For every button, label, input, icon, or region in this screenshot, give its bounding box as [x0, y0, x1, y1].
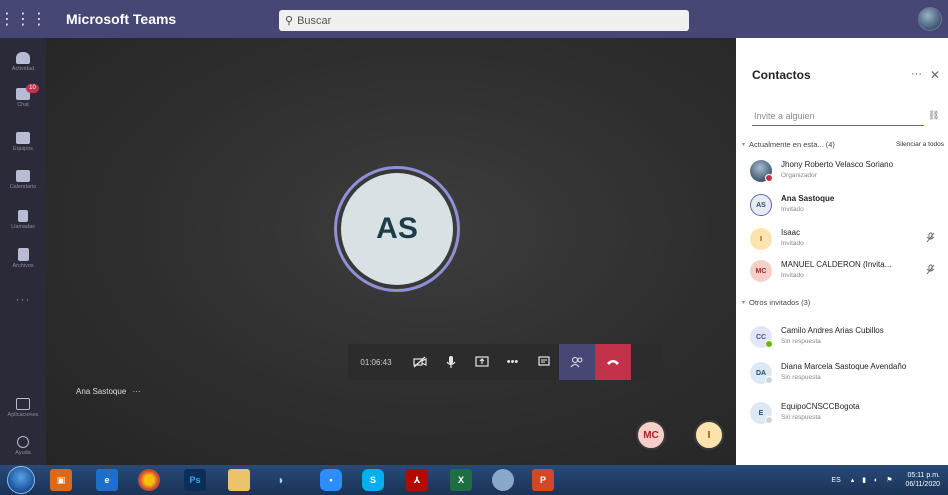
panel-title: Contactos [752, 68, 811, 82]
bell-icon [16, 52, 30, 64]
excel-icon[interactable]: X [450, 469, 472, 491]
rail-item-activity[interactable]: Actividad [0, 52, 46, 72]
call-controls: 01:06:43 ••• [348, 344, 662, 380]
invitee-item[interactable]: DA Diana Marcela Sastoque Avendaño Sin r… [750, 360, 946, 390]
invite-input[interactable]: Invite a alguien [752, 106, 924, 126]
chevron-down-icon: ▾ [742, 300, 746, 306]
participant-item[interactable]: Jhony Roberto Velasco Soriano Organizado… [750, 158, 946, 188]
invitee-item[interactable]: E EquipoCNSCCBogota Sin respuesta [750, 400, 946, 430]
rail-more-icon[interactable]: ··· [0, 292, 46, 306]
profile-avatar[interactable] [918, 7, 942, 31]
participants-panel: Contactos ··· ✕ Invite a alguien ⛓ ▾ Act… [736, 38, 948, 465]
stage-avatar-mc[interactable]: MC [636, 420, 666, 450]
rail-item-calls[interactable]: Llamadas [0, 210, 46, 230]
main-participant-avatar: AS [341, 173, 453, 285]
mic-muted-icon[interactable] [926, 264, 935, 277]
app-launcher-icon[interactable]: ⋮⋮⋮ [0, 0, 47, 38]
teams-icon [16, 132, 30, 144]
copy-link-icon[interactable]: ⛓ [928, 110, 939, 121]
windows-media-icon[interactable]: ▣ [50, 469, 72, 491]
top-bar: ⋮⋮⋮ Microsoft Teams ⚲ Buscar [0, 0, 948, 38]
chat-badge: 10 [26, 84, 39, 93]
files-icon [17, 248, 29, 261]
hang-up-icon[interactable] [595, 344, 631, 380]
name-tag-more-icon[interactable]: ··· [133, 387, 141, 396]
windows-start-icon[interactable] [7, 466, 35, 494]
acrobat-icon[interactable]: ⅄ [406, 469, 428, 491]
media-player-icon[interactable]: ◗ [270, 469, 292, 491]
chrome-icon[interactable] [138, 469, 160, 491]
stage-avatar-i[interactable]: I [694, 420, 724, 450]
close-icon[interactable]: ✕ [930, 68, 940, 82]
phone-icon [18, 210, 28, 222]
more-options-icon[interactable]: ••• [497, 344, 528, 380]
rail-item-teams[interactable]: Equipos [0, 132, 46, 152]
avatar: I [750, 228, 772, 250]
status-dot [765, 174, 773, 182]
speaker-ring: AS [334, 166, 460, 292]
app-title: Microsoft Teams [66, 11, 177, 27]
search-icon: ⚲ [285, 15, 294, 27]
mute-all-button[interactable]: Silenciar a todos [896, 141, 944, 148]
clock[interactable]: 05:11 p.m. 06/11/2020 [905, 471, 940, 489]
microphone-icon[interactable] [435, 344, 466, 380]
system-tray: ES ▴ ▮ ◐ ⚑ 05:11 p.m. 06/11/2020 [831, 465, 940, 495]
call-timer: 01:06:43 [360, 357, 392, 367]
status-dot [765, 340, 773, 348]
tray-icons[interactable]: ▴ ▮ ◐ ⚑ [851, 476, 896, 484]
chevron-down-icon: ▾ [742, 142, 746, 148]
rail-item-calendar[interactable]: Calendario [0, 170, 46, 190]
participants-icon[interactable] [559, 344, 595, 380]
photoshop-icon[interactable]: Ps [184, 469, 206, 491]
participant-name-tag: Ana Sastoque ··· [76, 387, 141, 396]
zoom-icon[interactable]: ▪ [320, 469, 342, 491]
apps-icon [16, 398, 30, 410]
chat-toggle-icon[interactable] [528, 344, 559, 380]
status-dot [765, 376, 773, 384]
rail-item-chat[interactable]: 10 Chat [0, 84, 46, 108]
language-indicator[interactable]: ES [831, 477, 840, 484]
left-rail: Actividad 10 Chat Equipos Calendario Lla… [0, 38, 46, 465]
rail-item-help[interactable]: Ayuda [0, 436, 46, 456]
avatar: AS [750, 194, 772, 216]
participant-item[interactable]: AS Ana Sastoque Invitado [750, 192, 946, 222]
skype-icon[interactable]: S [362, 469, 384, 491]
panel-more-icon[interactable]: ··· [911, 68, 922, 80]
search-input[interactable]: ⚲ Buscar [279, 10, 689, 31]
avatar: MC [750, 260, 772, 282]
search-placeholder: Buscar [297, 14, 332, 27]
powerpoint-icon[interactable]: P [532, 469, 554, 491]
status-dot [765, 416, 773, 424]
calendar-icon [16, 170, 30, 182]
section-others[interactable]: ▾ Otros invitados (3) [736, 298, 948, 307]
share-screen-icon[interactable] [466, 344, 497, 380]
participant-item[interactable]: MC MANUEL CALDERON (Invita... Invitado [750, 258, 946, 288]
camera-off-icon[interactable] [404, 344, 435, 380]
rail-item-files[interactable]: Archivos [0, 248, 46, 269]
os-taskbar: ▣ e Ps ◗ ▪ S ⅄ X P ES ▴ ▮ ◐ ⚑ 05:11 p.m.… [0, 465, 948, 495]
rail-item-apps[interactable]: Aplicaciones [0, 398, 46, 418]
meeting-stage: AS 01:06:43 ••• Ana Sastoque ··· MC I [46, 38, 736, 465]
help-icon [17, 436, 29, 448]
paint-icon[interactable] [492, 469, 514, 491]
section-current[interactable]: ▾ Actualmente en esta... (4) Silenciar a… [736, 140, 948, 149]
invitee-item[interactable]: CC Camilo Andres Arias Cubillos Sin resp… [750, 324, 946, 354]
participant-item[interactable]: I Isaac Invitado [750, 226, 946, 256]
internet-explorer-icon[interactable]: e [96, 469, 118, 491]
file-explorer-icon[interactable] [228, 469, 250, 491]
mic-muted-icon[interactable] [926, 232, 935, 245]
